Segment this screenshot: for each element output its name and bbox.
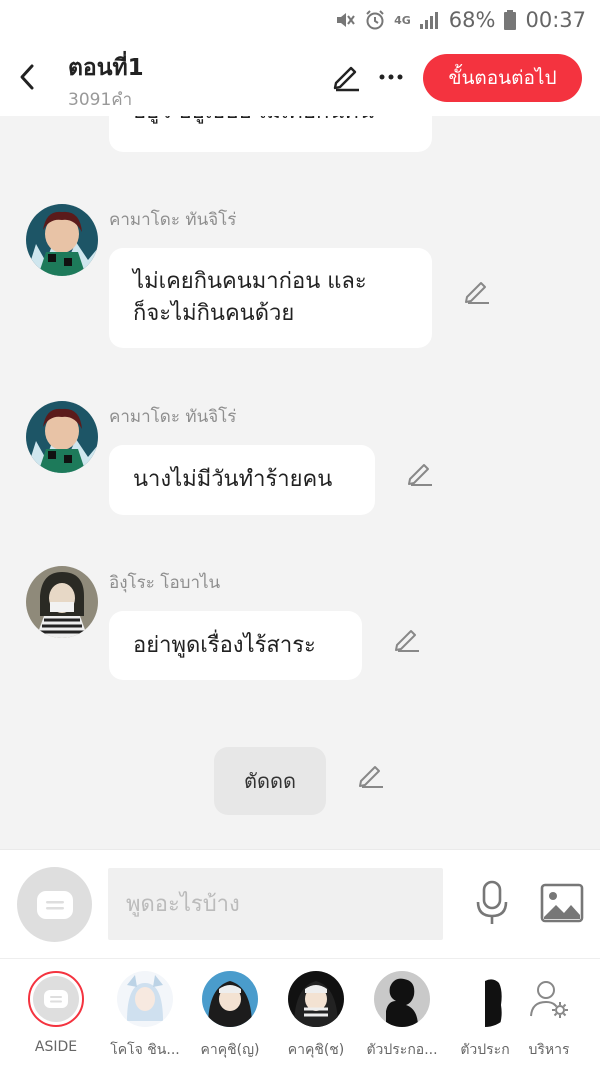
signal-icon — [419, 12, 438, 29]
character-tab[interactable]: คาคุชิ(ญ) — [188, 969, 272, 1065]
back-arrow-icon[interactable] — [14, 60, 42, 94]
alarm-icon — [366, 10, 384, 30]
more-options-icon[interactable] — [376, 62, 406, 92]
battery-icon — [504, 10, 517, 30]
avatar[interactable] — [26, 204, 98, 276]
network-type: 4G — [394, 13, 411, 27]
character-label: คาคุชิ(ช) — [287, 1042, 345, 1058]
character-tab-aside[interactable]: ASIDE — [14, 969, 98, 1065]
next-step-button[interactable]: ขั้นตอนต่อไป — [423, 54, 582, 102]
character-name: คามาโดะ ทันจิโร่ — [109, 407, 237, 427]
edit-pencil-icon[interactable] — [331, 62, 361, 92]
character-label: บริหาร — [528, 1042, 570, 1058]
character-avatar — [117, 971, 173, 1027]
character-label: ASIDE — [34, 1039, 78, 1055]
aside-text: ตัดดด — [244, 769, 296, 793]
aside-avatar — [28, 971, 84, 1027]
message-text: อยู่ว ฮยูเธยอ เมเคยกนคน — [133, 116, 374, 124]
message-text: อย่าพูดเรื่องไร้สาระ — [133, 633, 316, 658]
message-bubble[interactable]: อย่าพูดเรื่องไร้สาระ — [109, 611, 362, 680]
aside-icon — [44, 990, 68, 1008]
manage-icon-wrap — [521, 971, 577, 1027]
message-input[interactable] — [108, 868, 443, 940]
character-label: โคโจ ชิน... — [110, 1042, 180, 1058]
message-text: นางไม่มีวันทำร้ายคน — [133, 467, 333, 492]
message-bubble[interactable]: ไม่เคยกินคนมาก่อน และ ก็จะไม่กินคนด้วย — [109, 248, 432, 348]
edit-message-icon[interactable] — [357, 761, 385, 789]
character-avatar — [202, 971, 258, 1027]
microphone-icon[interactable] — [472, 880, 512, 926]
episode-title: ตอนที่1 — [68, 55, 144, 81]
aside-bubble[interactable]: ตัดดด — [214, 747, 326, 815]
tanjiro-avatar-image — [26, 401, 98, 473]
chat-area[interactable]: อยู่ว ฮยูเธยอ เมเคยกนคน คามาโดะ ทันจิโร่… — [0, 116, 600, 849]
word-count: 3091คำ — [68, 90, 133, 110]
aside-mode-button[interactable] — [17, 867, 92, 942]
avatar[interactable] — [26, 401, 98, 473]
status-bar: 4G 68% 00:37 — [0, 0, 600, 40]
message-bubble[interactable]: อยู่ว ฮยูเธยอ เมเคยกนคน — [109, 116, 432, 152]
character-tab[interactable]: โคโจ ชิน... — [103, 969, 187, 1065]
episode-header: ตอนที่1 3091คำ ขั้นตอนต่อไป — [0, 40, 600, 116]
edit-message-icon[interactable] — [393, 625, 421, 653]
obanai-avatar-image — [26, 566, 98, 638]
chat-bubble-icon — [36, 890, 73, 919]
message-composer — [0, 849, 600, 958]
tanjiro-avatar-image — [26, 204, 98, 276]
character-tab[interactable]: ตัวประกอ... — [360, 969, 444, 1065]
edit-message-icon[interactable] — [406, 459, 434, 487]
character-name: อิงุโระ โอบาไน — [109, 573, 221, 593]
avatar[interactable] — [26, 566, 98, 638]
edit-message-icon[interactable] — [463, 277, 491, 305]
character-selector: ASIDE โคโจ ชิน... คาคุชิ(ญ) คาคุชิ(ช) ตั… — [0, 958, 600, 1067]
mute-icon — [337, 13, 355, 27]
manage-icon — [530, 981, 568, 1018]
clock: 00:37 — [525, 8, 586, 32]
image-icon[interactable] — [540, 883, 584, 923]
message-text-line: ก็จะไม่กินคนด้วย — [133, 301, 295, 326]
character-label: คาคุชิ(ญ) — [200, 1042, 260, 1058]
message-bubble[interactable]: นางไม่มีวันทำร้ายคน — [109, 445, 375, 515]
character-avatar — [288, 971, 344, 1027]
character-tab[interactable]: คาคุชิ(ช) — [274, 969, 358, 1065]
character-avatar — [457, 971, 513, 1027]
character-avatar — [374, 971, 430, 1027]
character-name: คามาโดะ ทันจิโร่ — [109, 210, 237, 230]
character-label: ตัวประกอ... — [366, 1042, 438, 1058]
battery-percent: 68% — [448, 8, 496, 32]
message-text-line: ไม่เคยกินคนมาก่อน และ — [133, 269, 367, 294]
manage-characters-button[interactable]: บริหาร — [507, 969, 591, 1065]
